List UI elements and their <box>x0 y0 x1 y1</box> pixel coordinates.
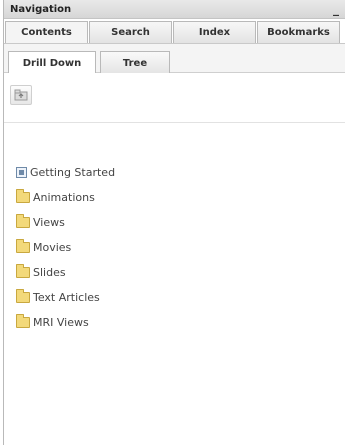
document-icon <box>16 167 27 178</box>
tree-item-movies[interactable]: Movies <box>16 235 115 260</box>
tree-item-mri-views[interactable]: MRI Views <box>16 310 115 335</box>
folder-icon <box>16 289 30 303</box>
tree-item-views[interactable]: Views <box>16 210 115 235</box>
tree-item-label: Movies <box>33 241 72 254</box>
subtabs-row: Drill Down Tree <box>4 43 345 75</box>
folder-icon <box>16 314 30 328</box>
toolbar <box>4 73 345 123</box>
folder-up-icon <box>14 89 28 101</box>
tab-index[interactable]: Index <box>173 21 256 43</box>
subtab-drill-down[interactable]: Drill Down <box>8 51 96 75</box>
folder-icon <box>16 189 30 203</box>
tree-item-label: Slides <box>33 266 66 279</box>
tree-item-label: Views <box>33 216 65 229</box>
content-tree: Getting Started Animations Views Movies … <box>16 160 115 335</box>
tree-item-label: Animations <box>33 191 95 204</box>
tree-item-label: MRI Views <box>33 316 89 329</box>
tree-item-label: Text Articles <box>33 291 100 304</box>
tree-item-label: Getting Started <box>30 166 116 179</box>
folder-icon <box>16 264 30 278</box>
folder-up-button[interactable] <box>10 85 32 105</box>
folder-icon <box>16 214 30 228</box>
minimize-button[interactable]: _ <box>333 3 339 15</box>
tab-contents[interactable]: Contents <box>5 21 88 43</box>
tab-bookmarks[interactable]: Bookmarks <box>257 21 340 43</box>
tab-search[interactable]: Search <box>89 21 172 43</box>
panel-titlebar: Navigation _ <box>4 0 345 19</box>
panel-title: Navigation <box>10 3 72 15</box>
tree-item-text-articles[interactable]: Text Articles <box>16 285 115 310</box>
tree-item-animations[interactable]: Animations <box>16 185 115 210</box>
main-tabs: Contents Search Index Bookmarks <box>4 21 345 43</box>
tree-item-slides[interactable]: Slides <box>16 260 115 285</box>
tree-item-getting-started[interactable]: Getting Started <box>16 160 115 185</box>
folder-icon <box>16 239 30 253</box>
subtab-tree[interactable]: Tree <box>100 51 170 74</box>
